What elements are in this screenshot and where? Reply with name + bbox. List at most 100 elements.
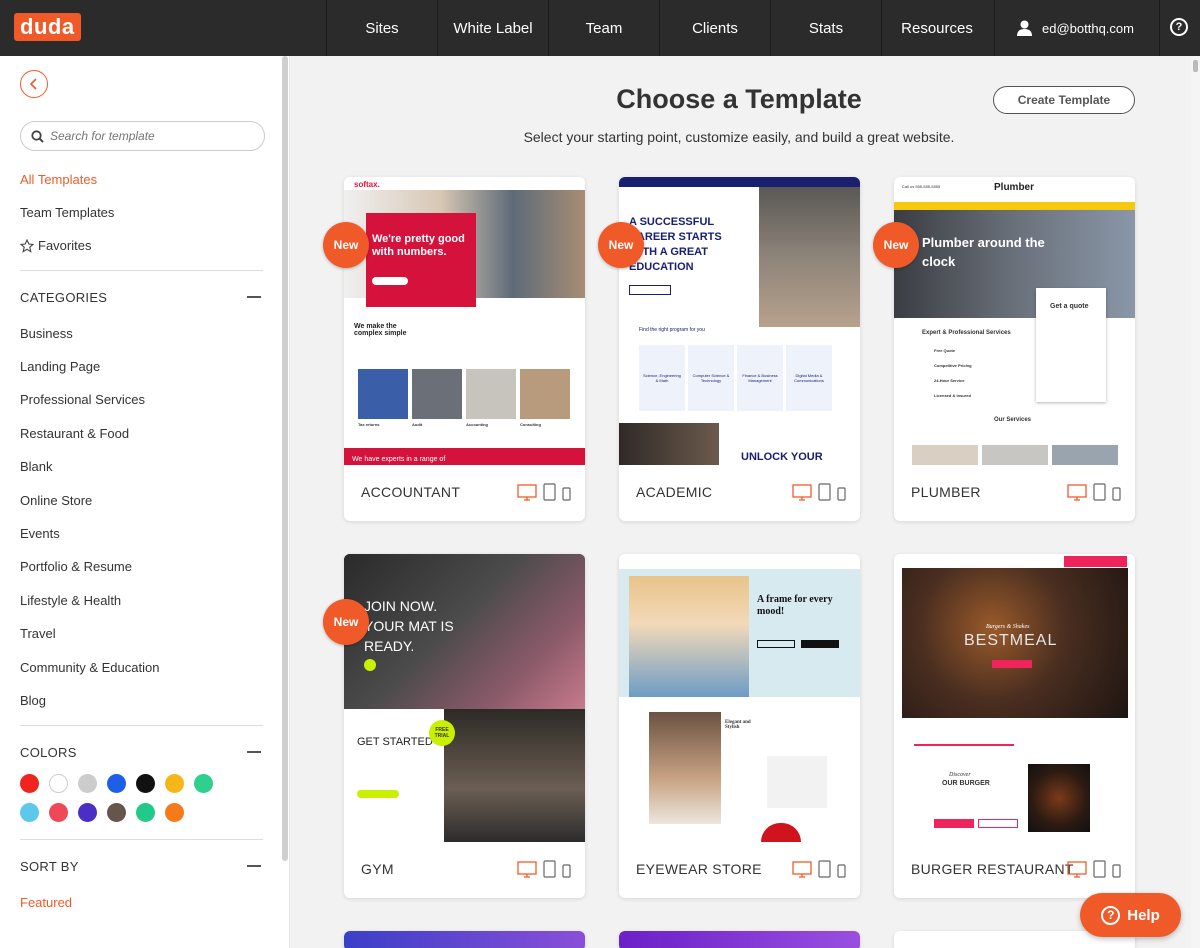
scrollbar-thumb[interactable]: [1193, 60, 1198, 72]
desktop-icon[interactable]: [517, 861, 537, 878]
favorites-link[interactable]: Favorites: [20, 238, 91, 253]
color-swatch[interactable]: [78, 803, 97, 822]
tablet-icon[interactable]: [1093, 860, 1106, 878]
color-swatch[interactable]: [49, 803, 68, 822]
collapse-colors-icon[interactable]: [247, 751, 261, 753]
tablet-icon[interactable]: [818, 860, 831, 878]
color-swatch[interactable]: [136, 803, 155, 822]
category-restaurant-food[interactable]: Restaurant & Food: [20, 426, 129, 441]
nav-white-label[interactable]: White Label: [437, 0, 548, 56]
thumb-section-title: We make the complex simple: [354, 323, 407, 337]
help-icon[interactable]: ?: [1170, 18, 1188, 36]
collapse-sort-icon[interactable]: [247, 865, 261, 867]
thumb-hero-panel: [366, 213, 476, 307]
color-swatch[interactable]: [20, 774, 39, 793]
thumb-section-small: Discover: [949, 772, 971, 778]
tablet-icon[interactable]: [1093, 483, 1106, 501]
desktop-icon[interactable]: [792, 861, 812, 878]
category-landing-page[interactable]: Landing Page: [20, 359, 100, 374]
thumb-button: [372, 277, 408, 285]
divider: [20, 839, 263, 840]
color-swatch[interactable]: [49, 774, 68, 793]
thumb-button: [757, 640, 795, 648]
help-button[interactable]: ? Help: [1080, 893, 1181, 937]
color-swatch[interactable]: [107, 803, 126, 822]
mobile-icon[interactable]: [562, 864, 571, 878]
color-swatch[interactable]: [107, 774, 126, 793]
mobile-icon[interactable]: [837, 487, 846, 501]
category-blog[interactable]: Blog: [20, 693, 46, 708]
thumb-img: [358, 369, 408, 419]
search-box[interactable]: [20, 121, 265, 151]
thumb-service: Competitive Pricing: [934, 363, 972, 368]
nav-team[interactable]: Team: [548, 0, 659, 56]
search-input[interactable]: [50, 129, 250, 143]
template-card-accountant[interactable]: softax. We're pretty good with numbers. …: [323, 177, 585, 521]
tablet-icon[interactable]: [543, 860, 556, 878]
category-events[interactable]: Events: [20, 526, 60, 541]
team-templates-link[interactable]: Team Templates: [20, 205, 114, 220]
thumb-hero-text: JOIN NOW. YOUR MAT IS READY.: [364, 598, 454, 654]
mobile-icon[interactable]: [1112, 864, 1121, 878]
mobile-icon[interactable]: [1112, 487, 1121, 501]
tablet-icon[interactable]: [543, 483, 556, 501]
category-lifestyle-health[interactable]: Lifestyle & Health: [20, 593, 121, 608]
device-icons: [517, 860, 571, 878]
color-swatch[interactable]: [78, 774, 97, 793]
template-card-eyewear-store[interactable]: A frame for every mood! Elegant and Styl…: [619, 554, 860, 898]
template-name: EYEWEAR STORE: [636, 861, 762, 877]
desktop-icon[interactable]: [517, 484, 537, 501]
color-swatch[interactable]: [165, 774, 184, 793]
back-button[interactable]: [20, 70, 48, 98]
collapse-categories-icon[interactable]: [247, 296, 261, 298]
category-travel[interactable]: Travel: [20, 626, 56, 641]
mobile-icon[interactable]: [837, 864, 846, 878]
create-template-button[interactable]: Create Template: [993, 86, 1135, 114]
category-community-education[interactable]: Community & Education: [20, 660, 159, 675]
category-online-store[interactable]: Online Store: [20, 493, 92, 508]
category-portfolio-resume[interactable]: Portfolio & Resume: [20, 559, 132, 574]
thumb-photo: [619, 423, 719, 465]
color-swatch[interactable]: [136, 774, 155, 793]
template-thumbnail: [344, 931, 585, 948]
template-thumbnail: Call us 555-555-5555 Plumber Plumber aro…: [894, 177, 1135, 465]
mobile-icon[interactable]: [562, 487, 571, 501]
user-icon: [1017, 20, 1032, 36]
thumb-prompt: Find the right program for you: [639, 327, 705, 333]
template-card-academic[interactable]: A SUCCESSFUL CAREER STARTS WITH A GREAT …: [598, 177, 860, 521]
main-content: Choose a Template Select your starting p…: [291, 56, 1190, 948]
category-blank[interactable]: Blank: [20, 459, 53, 474]
template-thumbnail: [619, 931, 860, 948]
color-swatch[interactable]: [20, 803, 39, 822]
nav-resources[interactable]: Resources: [881, 0, 992, 56]
template-card-burger-restaurant[interactable]: Burgers & Shakes BESTMEAL Discover OUR B…: [894, 554, 1135, 898]
template-card-partial[interactable]: [619, 931, 860, 948]
all-templates-link[interactable]: All Templates: [20, 172, 97, 187]
template-card-plumber[interactable]: Call us 555-555-5555 Plumber Plumber aro…: [873, 177, 1135, 521]
nav-sites[interactable]: Sites: [326, 0, 437, 56]
template-card-partial[interactable]: [344, 931, 585, 948]
main-scrollbar[interactable]: [1191, 56, 1200, 948]
desktop-icon[interactable]: [792, 484, 812, 501]
template-card-gym[interactable]: JOIN NOW. YOUR MAT IS READY. GET STARTED…: [323, 554, 585, 898]
sidebar-scrollbar[interactable]: [282, 56, 288, 861]
thumb-img: [1052, 445, 1118, 465]
thumb-cta-title: GET STARTED: [357, 736, 433, 748]
color-swatch[interactable]: [194, 774, 213, 793]
nav-clients[interactable]: Clients: [659, 0, 770, 56]
thumb-img: [520, 369, 570, 419]
user-menu[interactable]: ed@botthq.com: [994, 0, 1160, 56]
desktop-icon[interactable]: [1067, 861, 1087, 878]
category-business[interactable]: Business: [20, 326, 73, 341]
thumb-hero-text: A frame for every mood!: [757, 594, 833, 617]
tablet-icon[interactable]: [818, 483, 831, 501]
thumb-hero-photo: [759, 187, 860, 327]
sort-featured[interactable]: Featured: [20, 895, 72, 910]
nav-stats[interactable]: Stats: [770, 0, 881, 56]
device-icons: [1067, 860, 1121, 878]
thumb-img: [982, 445, 1048, 465]
duda-logo[interactable]: duda: [14, 13, 81, 41]
color-swatch[interactable]: [165, 803, 184, 822]
category-professional-services[interactable]: Professional Services: [20, 392, 145, 407]
desktop-icon[interactable]: [1067, 484, 1087, 501]
